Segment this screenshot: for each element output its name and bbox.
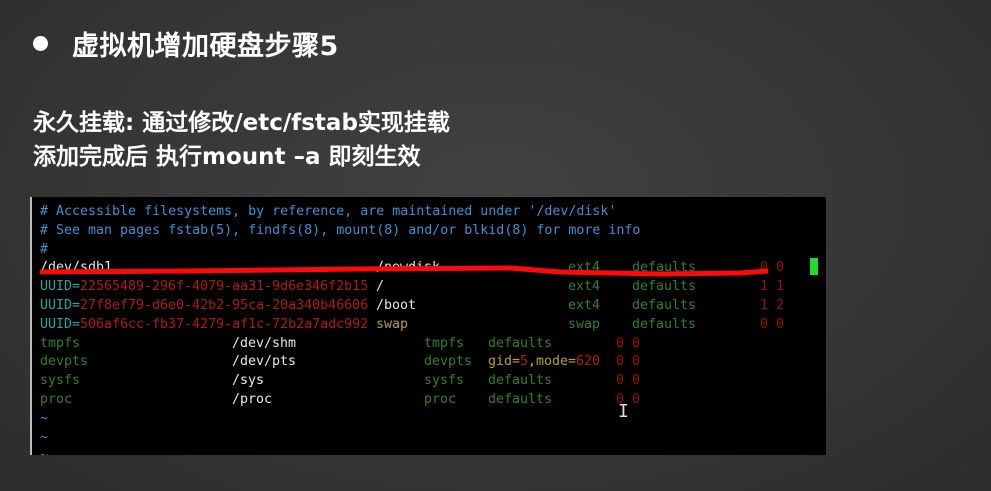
terminal-text: devpts (424, 354, 473, 370)
terminal-text: 1 2 (760, 298, 785, 313)
terminal-line: # Accessible filesystems, by reference, … (40, 202, 820, 221)
terminal-text: 0 0 (616, 354, 641, 370)
terminal-text: gid= (488, 354, 521, 370)
terminal-text: defaults (632, 260, 697, 276)
terminal-text: 1 1 (760, 279, 785, 295)
terminal-text: /dev/pts (232, 354, 297, 370)
terminal-text: tmpfs (40, 335, 81, 351)
bullet-icon (33, 36, 48, 51)
terminal-line: UUID= 27f8ef79-d6e0-42b2-95ca-20a340b4660… (40, 296, 820, 315)
terminal-text: 5 (520, 354, 529, 370)
terminal-text: UUID= (40, 279, 81, 295)
terminal-text: ext4 (568, 279, 601, 295)
terminal-text: devpts (40, 354, 89, 370)
terminal-text: sysfs (424, 373, 465, 389)
instruction-line-1: 永久挂载: 通过修改/etc/fstab实现挂载 (33, 110, 450, 136)
terminal-text: /proc (232, 392, 273, 407)
terminal-text: 27f8ef79-d6e0-42b2-95ca-20a340b46606 (80, 298, 369, 313)
slide-title-text: 虚拟机增加硬盘步骤5 (72, 31, 339, 62)
terminal-text: 0 0 (616, 373, 641, 389)
terminal-line: UUID= 22565489-296f-4079-aa31-9d6e346f2b1… (40, 277, 820, 296)
terminal-line: proc/proc proc defaults 0 0 (40, 390, 820, 409)
terminal-line: ~ (40, 409, 820, 428)
terminal-text: proc (40, 392, 73, 407)
terminal-text: 0 0 (760, 260, 785, 276)
terminal-line: # (40, 240, 820, 259)
terminal-line: ~ (40, 446, 820, 455)
terminal-text: defaults (632, 279, 697, 295)
terminal-text: 620 (576, 354, 601, 370)
terminal-text: ext4 (568, 298, 601, 313)
terminal-text: ~ (40, 446, 48, 455)
terminal-line: /dev/sdb1/newdisk ext4 defaults 0 0 (40, 258, 820, 277)
terminal-line: devpts/dev/pts devpts gid= 5 ,mode= 620 0 0 (40, 352, 820, 371)
terminal-line: tmpfs/dev/shm tmpfs defaults 0 0 (40, 334, 820, 353)
terminal-line: # See man pages fstab(5), findfs(8), mou… (40, 221, 820, 240)
instruction-line-2: 添加完成后 执行mount –a 即刻生效 (33, 144, 421, 170)
terminal-text: proc (424, 392, 457, 407)
terminal-line: UUID= 506af6cc-fb37-4279-af1c-72b2a7adc99… (40, 315, 820, 334)
terminal-text: UUID= (40, 298, 81, 313)
terminal-text: /dev/sdb1 (40, 260, 113, 276)
terminal-text: # Accessible filesystems, by reference, … (40, 204, 617, 219)
terminal-text: tmpfs (424, 335, 465, 351)
terminal-text: sysfs (40, 373, 81, 389)
terminal-text: UUID= (40, 316, 81, 332)
terminal-text: /boot (376, 298, 417, 313)
terminal-border (30, 197, 32, 455)
terminal-text: ~ (40, 429, 49, 445)
terminal-text: defaults (488, 335, 553, 351)
mouse-ibeam-cursor: I (618, 401, 629, 422)
terminal-text: ,mode= (528, 354, 577, 370)
terminal-line: ~ (40, 428, 820, 447)
terminal-text: /dev/shm (232, 335, 297, 351)
terminal-text: 0 0 (760, 316, 785, 332)
terminal-text: defaults (488, 392, 553, 407)
terminal-text: 0 0 (616, 335, 641, 351)
terminal-text: defaults (488, 373, 553, 389)
terminal-text: swap (376, 316, 409, 332)
terminal-window[interactable]: # Accessible filesystems, by reference, … (30, 197, 826, 455)
terminal-text: defaults (632, 298, 697, 313)
terminal-text: /newdisk (376, 260, 441, 276)
terminal-line: sysfs/sys sysfs defaults 0 0 (40, 371, 820, 390)
text-cursor (810, 258, 818, 275)
terminal-text: # (40, 241, 49, 257)
terminal-text: swap (568, 316, 601, 332)
terminal-text: /sys (232, 373, 265, 389)
terminal-text: 22565489-296f-4079-aa31-9d6e346f2b15 (80, 279, 369, 295)
terminal-text: # See man pages fstab(5), findfs(8), mou… (40, 222, 641, 238)
terminal-text: ~ (40, 410, 49, 426)
terminal-text: ext4 (568, 260, 601, 276)
slide-title: 虚拟机增加硬盘步骤5 (33, 24, 339, 63)
terminal-text: 506af6cc-fb37-4279-af1c-72b2a7adc992 (80, 316, 369, 332)
terminal-text: defaults (632, 316, 697, 332)
terminal-text: / (376, 279, 385, 295)
